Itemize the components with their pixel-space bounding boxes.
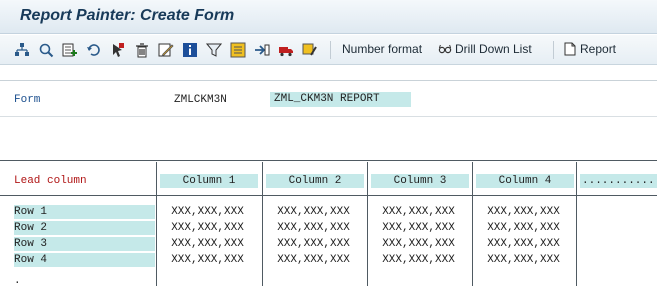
row-4-column-3-cell[interactable]: XXX,XXX,XXX <box>371 253 466 267</box>
more-columns-header[interactable]: ........... <box>580 174 657 188</box>
glasses-icon <box>438 44 452 54</box>
general-data-area <box>0 117 657 161</box>
row-3-column-2-cell[interactable]: XXX,XXX,XXX <box>266 237 361 251</box>
number-format-button[interactable]: Number format <box>342 42 422 56</box>
column-4-header[interactable]: Column 4 <box>476 174 574 188</box>
row-1-column-1-cell[interactable]: XXX,XXX,XXX <box>160 205 255 219</box>
search-icon[interactable] <box>37 41 55 59</box>
more-rows-indicator[interactable]: . <box>14 275 21 286</box>
info-icon[interactable] <box>181 41 199 59</box>
tree-icon[interactable] <box>13 41 31 59</box>
row-1-label[interactable]: Row 1 <box>14 205 155 219</box>
row-3-column-1-cell[interactable]: XXX,XXX,XXX <box>160 237 255 251</box>
toolbar-separator <box>553 41 554 59</box>
column-divider <box>576 162 577 286</box>
row-2-column-2-cell[interactable]: XXX,XXX,XXX <box>266 221 361 235</box>
application-toolbar: Number format Drill Down List Report <box>0 35 657 65</box>
toolbar-separator <box>330 41 331 59</box>
row-4-column-1-cell[interactable]: XXX,XXX,XXX <box>160 253 255 267</box>
column-3-header[interactable]: Column 3 <box>371 174 469 188</box>
undo-icon[interactable] <box>85 41 103 59</box>
delete-icon[interactable] <box>133 41 151 59</box>
form-description-field[interactable]: ZML_CKM3N REPORT <box>270 92 411 107</box>
form-label: Form <box>14 94 41 106</box>
row-2-column-4-cell[interactable]: XXX,XXX,XXX <box>476 221 571 235</box>
column-2-header[interactable]: Column 2 <box>266 174 364 188</box>
row-4-column-2-cell[interactable]: XXX,XXX,XXX <box>266 253 361 267</box>
column-divider <box>472 162 473 286</box>
column-divider <box>367 162 368 286</box>
title-bar: Report Painter: Create Form <box>0 0 657 34</box>
row-1-column-4-cell[interactable]: XXX,XXX,XXX <box>476 205 571 219</box>
form-header-row: Form ZMLCKM3N ZML_CKM3N REPORT <box>0 81 657 117</box>
column-1-header[interactable]: Column 1 <box>160 174 258 188</box>
truck-icon[interactable] <box>277 41 295 59</box>
transport-icon[interactable] <box>253 41 271 59</box>
window-title: Report Painter: Create Form <box>20 7 235 24</box>
drill-down-list-button[interactable]: Drill Down List <box>438 42 532 56</box>
row-4-label[interactable]: Row 4 <box>14 253 155 267</box>
highlight-icon[interactable] <box>301 41 319 59</box>
row-3-column-4-cell[interactable]: XXX,XXX,XXX <box>476 237 571 251</box>
report-button[interactable]: Report <box>563 42 616 56</box>
column-divider <box>262 162 263 286</box>
spacer <box>0 66 657 80</box>
select-icon[interactable] <box>109 41 127 59</box>
row-1-column-2-cell[interactable]: XXX,XXX,XXX <box>266 205 361 219</box>
row-2-column-3-cell[interactable]: XXX,XXX,XXX <box>371 221 466 235</box>
drill-down-list-label: Drill Down List <box>455 42 532 56</box>
row-3-label[interactable]: Row 3 <box>14 237 155 251</box>
settings-icon[interactable] <box>229 41 247 59</box>
report-label: Report <box>580 42 617 56</box>
form-grid: Lead column Column 1 Column 2 Column 3 C… <box>0 162 657 286</box>
add-row-icon[interactable] <box>61 41 79 59</box>
edit-icon[interactable] <box>157 41 175 59</box>
row-4-column-4-cell[interactable]: XXX,XXX,XXX <box>476 253 571 267</box>
report-form: Form ZMLCKM3N ZML_CKM3N REPORT Lead colu… <box>0 80 657 286</box>
lead-column-header[interactable]: Lead column <box>14 174 155 188</box>
row-2-column-1-cell[interactable]: XXX,XXX,XXX <box>160 221 255 235</box>
column-divider <box>156 162 157 286</box>
filter-icon[interactable] <box>205 41 223 59</box>
form-code: ZMLCKM3N <box>174 94 227 106</box>
row-1-column-3-cell[interactable]: XXX,XXX,XXX <box>371 205 466 219</box>
header-divider <box>0 195 657 196</box>
row-3-column-3-cell[interactable]: XXX,XXX,XXX <box>371 237 466 251</box>
row-2-label[interactable]: Row 2 <box>14 221 155 235</box>
document-icon <box>564 42 576 56</box>
number-format-label: Number format <box>342 42 423 56</box>
